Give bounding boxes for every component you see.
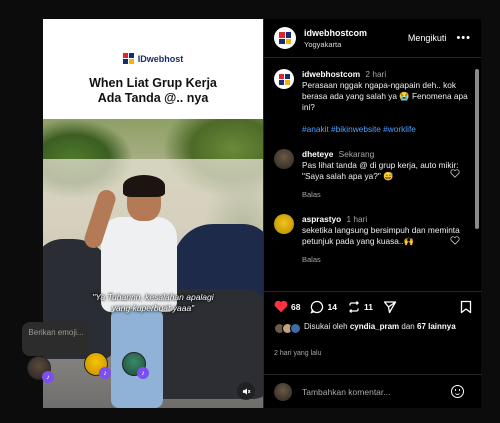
repost-button[interactable]: 11	[347, 300, 373, 314]
comment-body: dheteye Sekarang Pas lihat tanda @ di gr…	[302, 149, 468, 200]
comment-bubble-icon	[310, 300, 324, 314]
brand-logo: IDwebhost	[43, 19, 263, 64]
emoji-reaction-prompt[interactable]: Berikan emoji...	[22, 322, 90, 356]
idwebhost-logo-icon	[122, 53, 134, 64]
comment-count: 14	[327, 301, 337, 312]
heart-filled-icon	[274, 300, 288, 313]
media-headline: When Liat Grup Kerja Ada Tanda @.. nya	[43, 76, 263, 106]
bookmark-icon	[460, 300, 472, 313]
liker-avatar	[290, 323, 301, 334]
reply-button[interactable]: Balas	[302, 189, 468, 200]
author-info: idwebhostcom Yogyakarta	[304, 28, 408, 49]
post-date[interactable]: 2 hari yang lalu	[274, 350, 321, 357]
liked-by-summary[interactable]: Disukai oleh cyndia_pram dan 67 lainnya	[274, 321, 474, 334]
reaction-avatar[interactable]: ♪	[122, 352, 149, 379]
caption-username[interactable]: idwebhostcom	[302, 69, 360, 79]
video-caption-line-1: "Ya Tuhannn, kesalahan apalagi	[92, 292, 214, 302]
headline-line-1: When Liat Grup Kerja	[89, 76, 217, 90]
add-comment-input[interactable]	[302, 386, 451, 397]
send-paper-plane-icon	[383, 300, 397, 313]
repost-count: 11	[363, 301, 373, 312]
comment-username[interactable]: dheteye	[302, 149, 333, 159]
liked-by-text: Disukai oleh cyndia_pram dan 67 lainnya	[304, 321, 456, 334]
media-title-card: IDwebhost When Liat Grup Kerja Ada Tanda…	[43, 19, 263, 119]
brand-name: IDwebhost	[137, 53, 184, 64]
author-avatar[interactable]	[274, 69, 294, 89]
heart-outline-icon[interactable]	[450, 169, 460, 178]
add-comment-bar	[264, 374, 482, 408]
more-options-icon[interactable]: •••	[456, 32, 471, 44]
idwebhost-logo-icon	[279, 32, 291, 44]
author-avatar[interactable]	[274, 27, 296, 49]
comments-list[interactable]: idwebhostcom 2 hari Perasaan nggak ngapa…	[264, 59, 482, 291]
caption-hashtags[interactable]: #anakit #bikinwebsite #worklife	[302, 124, 468, 135]
comment-item: asprastyo 1 hari seketika langsung bersi…	[264, 214, 482, 265]
share-button[interactable]	[383, 300, 397, 314]
post-actions-bar: 68 14 11	[264, 291, 482, 321]
like-count: 68	[291, 301, 301, 312]
reply-button[interactable]: Balas	[302, 254, 468, 265]
video-caption: "Ya Tuhannn, kesalahan apalagi yang kupe…	[43, 292, 263, 314]
liker-avatars	[274, 323, 304, 334]
comment-button[interactable]: 14	[310, 300, 337, 314]
comment-time[interactable]: Sekarang	[339, 149, 375, 159]
caption-item: idwebhostcom 2 hari Perasaan nggak ngapa…	[264, 69, 482, 135]
comment-text: seketika langsung bersimpuh dan meminta …	[302, 225, 460, 246]
caption-text: Perasaan nggak ngapa-ngapain deh.. kok b…	[302, 80, 468, 112]
post-location[interactable]: Yogyakarta	[304, 40, 408, 49]
music-note-icon: ♪	[137, 367, 149, 379]
post-photo	[43, 119, 263, 408]
liked-by-others[interactable]: 67 lainnya	[417, 322, 456, 331]
comment-item: dheteye Sekarang Pas lihat tanda @ di gr…	[264, 149, 482, 200]
reaction-avatars-right: ♪ ♪	[84, 352, 149, 379]
caption-body: idwebhostcom 2 hari Perasaan nggak ngapa…	[302, 69, 468, 135]
liked-by-and: dan	[401, 322, 415, 331]
audio-toggle-button[interactable]	[237, 382, 255, 400]
caption-time[interactable]: 2 hari	[365, 69, 386, 79]
repost-icon	[349, 300, 359, 313]
comment-time[interactable]: 1 hari	[347, 214, 368, 224]
comment-body: asprastyo 1 hari seketika langsung bersi…	[302, 214, 468, 265]
reaction-avatar[interactable]: ♪	[27, 356, 54, 383]
speaker-muted-icon	[242, 387, 250, 395]
emoji-picker-icon[interactable]	[451, 385, 464, 398]
idwebhost-logo-icon	[278, 73, 290, 85]
comment-text: Pas lihat tanda @ di grup kerja, auto mi…	[302, 160, 459, 181]
current-user-avatar	[274, 382, 292, 401]
following-button[interactable]: Mengikuti	[408, 33, 447, 43]
music-note-icon: ♪	[42, 371, 54, 383]
save-button[interactable]	[460, 300, 472, 314]
post-header: idwebhostcom Yogyakarta Mengikuti •••	[264, 19, 481, 58]
liked-by-user[interactable]: cyndia_pram	[350, 322, 399, 331]
like-button[interactable]: 68	[274, 300, 300, 313]
photo-person-hair	[123, 175, 165, 197]
reaction-avatar[interactable]: ♪	[84, 352, 111, 379]
author-username[interactable]: idwebhostcom	[304, 28, 408, 38]
video-caption-line-2: yang kuperbuat yaaa"	[111, 303, 195, 313]
headline-line-2: Ada Tanda @.. nya	[97, 91, 209, 105]
liked-by-prefix: Disukai oleh	[304, 322, 348, 331]
comment-username[interactable]: asprastyo	[302, 214, 341, 224]
heart-outline-icon[interactable]	[450, 236, 460, 245]
commenter-avatar[interactable]	[274, 214, 294, 234]
reaction-avatars-left: ♪	[27, 356, 54, 383]
music-note-icon: ♪	[99, 367, 111, 379]
post-detail-panel: idwebhostcom Yogyakarta Mengikuti ••• id…	[263, 19, 482, 408]
commenter-avatar[interactable]	[274, 149, 294, 169]
